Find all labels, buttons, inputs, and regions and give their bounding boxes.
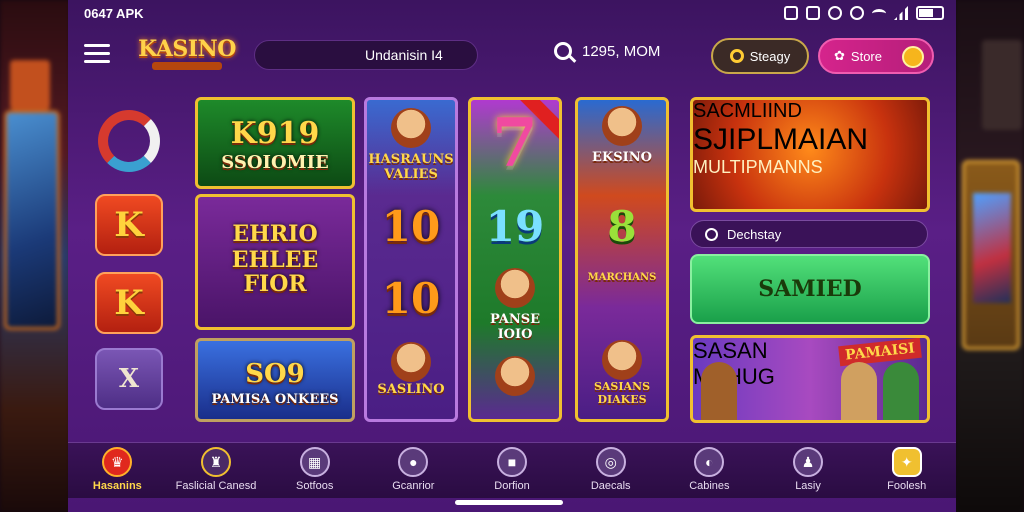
chart-icon: ◐ — [694, 447, 725, 477]
nav-item-cabinets[interactable]: ◐ Cabines — [660, 443, 759, 498]
battery-icon — [916, 6, 944, 20]
app-logo: KASINO — [132, 36, 242, 76]
signal-icon — [894, 6, 908, 20]
app-header: KASINO Undanisin I4 1295, MOM Steagy ✿ S… — [68, 30, 956, 80]
filter-dropdown[interactable]: Dechstay — [690, 220, 928, 248]
rail-item-spin[interactable] — [95, 110, 163, 172]
promo-flag: PAMAISI — [838, 338, 922, 367]
nav-item-more[interactable]: ✦ Foolesh — [857, 443, 956, 498]
character-avatar — [391, 342, 431, 382]
shield-icon: ■ — [497, 447, 528, 477]
store-button[interactable]: ✿ Store — [818, 38, 934, 74]
character-avatar — [602, 106, 642, 146]
balance-display: 1295, MOM — [554, 42, 660, 60]
magnifier-icon — [729, 49, 744, 63]
rail-item-x[interactable]: X — [95, 348, 163, 410]
status-bar: 0647 APK — [68, 0, 956, 28]
notification-icon — [784, 6, 798, 20]
status-time: 0647 APK — [84, 6, 144, 21]
character-avatar — [495, 268, 535, 308]
search-bar[interactable]: Undanisin I4 — [254, 40, 478, 70]
background-slot-machine-left — [0, 0, 70, 512]
store-icon: ✿ — [834, 48, 845, 63]
rail-item-k2[interactable]: K — [95, 272, 163, 334]
bottom-navigation: ♛ Hasanins ♜ Faslicial Canesd ▦ Sotfoos ● Gc… — [68, 442, 956, 498]
clock-icon — [705, 228, 718, 241]
nav-item-slots[interactable]: ▦ Sotfoos — [265, 443, 364, 498]
nav-item-details[interactable]: ◎ Daecals — [561, 443, 660, 498]
balance-text: 1295, MOM — [582, 42, 661, 60]
game-tile-so9[interactable]: SO9 PAMISA ONKEES — [195, 338, 355, 422]
background-slot-machine-right — [956, 0, 1024, 512]
game-column-1[interactable]: HASRAUNS VALIES 10 10 SASLINO — [364, 97, 458, 422]
game-column-3[interactable]: EKSINO 8 MARCHANS SASIANS DIAKES — [575, 97, 669, 422]
screen-capture: 0647 APK KASINO Undanisin I4 1295, MOM S… — [0, 0, 1024, 512]
app-window: 0647 APK KASINO Undanisin I4 1295, MOM S… — [68, 0, 956, 512]
game-tile-ehrio[interactable]: EHRIO EHLEE FIOR — [195, 194, 355, 330]
character-avatar — [602, 340, 642, 380]
slots-icon: ▦ — [299, 447, 330, 477]
primary-action-button[interactable]: SAMIED — [690, 254, 930, 324]
featured-banner[interactable]: SACMLIIND SJIPLMAIAN MULTIPMANNS — [690, 97, 930, 212]
promo-banner[interactable]: PAMAISI SASAN MAHUG — [690, 335, 930, 423]
person-icon: ♟ — [793, 447, 824, 477]
game-tile-k919[interactable]: K919 SSOIOMIE — [195, 97, 355, 189]
wifi-icon — [872, 8, 886, 18]
trophy-icon: ♜ — [201, 447, 231, 477]
gear-icon: ✦ — [891, 447, 922, 477]
status-icons — [784, 6, 944, 20]
search-icon[interactable] — [554, 42, 572, 60]
character-avatar — [391, 108, 431, 148]
nav-item-home[interactable]: ♛ Hasanins — [68, 443, 167, 498]
settings-icon — [828, 6, 842, 20]
nav-item-lobby[interactable]: ♟ Lasiy — [759, 443, 858, 498]
crown-icon: ♛ — [102, 447, 133, 477]
hamburger-menu-icon[interactable] — [84, 44, 110, 64]
person-figure — [841, 362, 877, 420]
nav-item-options[interactable]: ■ Dorfion — [463, 443, 562, 498]
rail-item-k1[interactable]: K — [95, 194, 163, 256]
spin-ring-icon — [98, 110, 160, 172]
person-figure — [701, 362, 737, 420]
coin-icon — [902, 46, 924, 68]
app-icon — [806, 6, 820, 20]
nav-item-games[interactable]: ● Gcanrior — [364, 443, 463, 498]
compass-icon: ◎ — [595, 447, 626, 477]
person-figure — [883, 362, 919, 420]
location-icon: ● — [398, 447, 429, 477]
character-avatar — [495, 356, 535, 396]
game-column-2[interactable]: 7 19 PANSE IOIO — [468, 97, 562, 422]
steady-button[interactable]: Steagy — [711, 38, 809, 74]
home-indicator[interactable] — [455, 500, 563, 505]
vpn-icon — [850, 6, 864, 20]
nav-item-featured[interactable]: ♜ Faslicial Canesd — [167, 443, 266, 498]
